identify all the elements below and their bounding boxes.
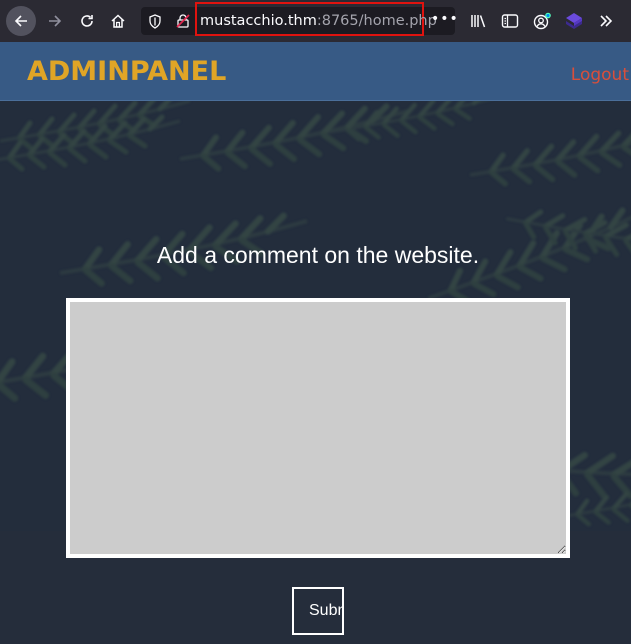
site-header: ADMINPANEL Logout <box>0 42 631 101</box>
home-button[interactable] <box>103 6 133 36</box>
shield-icon[interactable] <box>147 13 163 29</box>
insecure-lock-icon[interactable] <box>175 13 191 29</box>
home-icon <box>111 14 125 28</box>
url-text[interactable]: mustacchio.thm:8765/home.php <box>200 13 437 29</box>
url-bar[interactable]: mustacchio.thm:8765/home.php ••• <box>141 2 458 36</box>
extension-button[interactable] <box>563 9 585 33</box>
library-button[interactable] <box>468 9 490 33</box>
comment-heading: Add a comment on the website. <box>156 242 480 268</box>
forward-arrow-icon <box>49 15 62 27</box>
browser-toolbar: mustacchio.thm:8765/home.php ••• <box>0 0 631 43</box>
back-button[interactable] <box>6 6 36 36</box>
logout-link[interactable]: Logout <box>571 65 629 85</box>
overflow-menu-button[interactable] <box>595 9 617 33</box>
page-actions-button[interactable]: ••• <box>431 11 459 27</box>
brand-logo-text[interactable]: ADMINPANEL <box>27 56 226 88</box>
reader-view-icon <box>501 14 519 28</box>
url-host: mustacchio.thm <box>200 13 317 29</box>
submit-button[interactable]: Submit <box>292 587 344 635</box>
account-icon <box>533 12 551 30</box>
extension-icon <box>566 13 582 29</box>
comment-textarea[interactable] <box>66 298 570 558</box>
url-path: :8765/home.php <box>316 13 437 29</box>
back-arrow-icon <box>14 15 27 27</box>
reader-view-button[interactable] <box>499 9 521 33</box>
forward-button[interactable] <box>40 6 70 36</box>
library-icon <box>471 15 486 28</box>
reload-button[interactable] <box>72 6 102 36</box>
account-button[interactable] <box>531 9 553 33</box>
reload-icon <box>81 15 93 27</box>
chevron-double-right-icon <box>600 15 613 27</box>
